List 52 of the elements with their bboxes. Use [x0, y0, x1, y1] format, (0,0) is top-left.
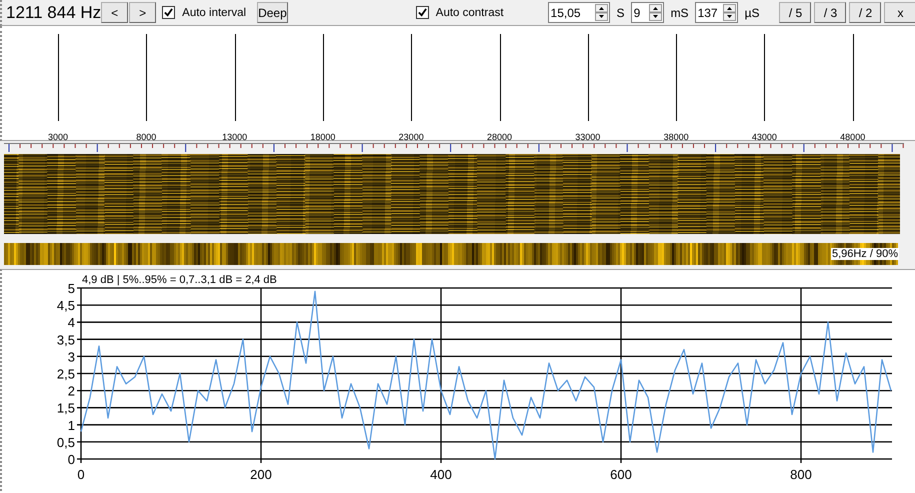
spin-field[interactable]: 137 — [694, 2, 738, 23]
spin-input-field[interactable]: 15,05 — [548, 6, 595, 20]
y-tick-label: 5 — [68, 281, 75, 296]
checkbox[interactable] — [416, 6, 429, 19]
y-tick-label: 0 — [68, 452, 75, 467]
checkbox[interactable] — [162, 6, 176, 19]
chart-title: 4,9 dB | 5%..95% = 0,7..3,1 dB = 2,4 dB — [82, 274, 277, 286]
scale-button[interactable]: / 2 — [849, 2, 882, 23]
previous-button[interactable]: < — [101, 2, 128, 23]
x-tick-label: 800 — [790, 467, 812, 482]
frequency-label: 8000 — [135, 132, 158, 142]
frequency-label: 3000 — [46, 132, 70, 142]
spin-input-field[interactable]: 9 — [632, 6, 649, 20]
unit-label: µS — [744, 6, 760, 20]
x-tick-label: 0 — [77, 467, 85, 482]
scale-button[interactable]: / 3 — [814, 2, 846, 23]
deep-button[interactable]: Deep — [257, 2, 288, 23]
frequency-readout: 1211 844 Hz — [6, 2, 102, 22]
x-tick-label: 200 — [250, 467, 272, 482]
frequency-label: 28000 — [486, 132, 514, 142]
scale-button[interactable]: x — [884, 2, 915, 23]
x-tick-label: 600 — [610, 467, 632, 482]
frequency-label: 33000 — [574, 132, 602, 142]
checkbox-label: Auto interval — [182, 6, 246, 18]
y-tick-label: 2 — [68, 384, 75, 399]
y-tick-label: 3,5 — [56, 332, 75, 348]
frequency-label: 18000 — [309, 132, 336, 142]
frequency-label: 43000 — [750, 132, 778, 142]
y-tick-label: 2,5 — [56, 366, 75, 382]
y-tick-label: 1 — [68, 418, 75, 433]
unit-label: S — [616, 6, 625, 20]
spin-input-field[interactable]: 137 — [696, 6, 723, 20]
strip-reading: 5,96Hz / 90% — [830, 248, 899, 260]
scale-button[interactable]: / 5 — [779, 2, 812, 23]
checkbox-label: Auto contrast — [436, 6, 504, 18]
spinner-arrows-icon[interactable] — [648, 4, 662, 21]
spinner-arrows-icon[interactable] — [722, 4, 736, 21]
y-tick-label: 4 — [68, 315, 75, 330]
y-tick-label: 0,5 — [56, 434, 75, 450]
x-tick-label: 400 — [430, 467, 452, 482]
frequency-label: 23000 — [398, 132, 425, 142]
spinner-arrows-icon[interactable] — [594, 4, 608, 21]
frequency-label: 38000 — [662, 132, 690, 142]
y-tick-label: 1,5 — [56, 400, 75, 416]
spin-field[interactable]: 15,05 — [548, 2, 610, 23]
y-tick-label: 3 — [68, 349, 75, 364]
y-tick-label: 4,5 — [56, 298, 75, 314]
unit-label: mS — [670, 6, 689, 20]
frequency-label: 48000 — [839, 132, 866, 142]
frequency-label: 13000 — [221, 132, 248, 142]
next-button[interactable]: > — [129, 2, 156, 23]
spin-field[interactable]: 9 — [630, 2, 664, 23]
